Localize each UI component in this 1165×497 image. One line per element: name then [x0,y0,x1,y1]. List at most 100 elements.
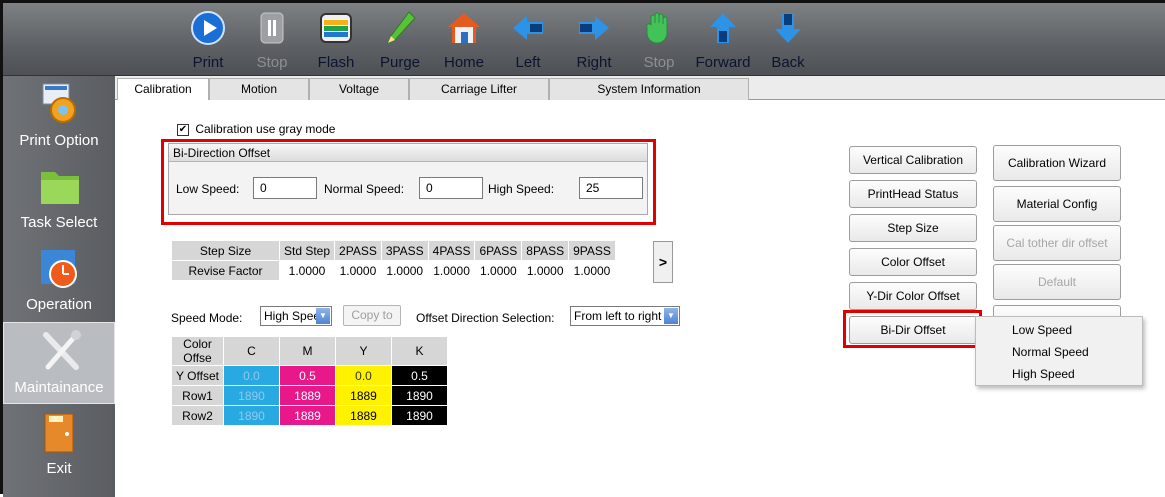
table-header: 2PASS [334,240,382,261]
tab-calibration[interactable]: Calibration [117,78,209,101]
magenta-cell[interactable]: 0.5 [279,365,336,386]
gear-icon [39,82,81,126]
arrow-down-icon [771,9,805,47]
pen-icon [383,9,417,47]
printhead-status-button[interactable]: PrintHead Status [849,180,977,208]
bidir-speed-popup-menu: Low Speed Normal Speed High Speed [975,316,1143,386]
exit-door-icon [39,410,81,454]
cyan-cell[interactable]: 1890 [223,385,280,406]
revise-factor-cell[interactable]: 1.0000 [521,260,570,281]
sidebar-item-exit[interactable]: Exit [3,404,115,486]
forward-button[interactable]: Forward [693,5,753,73]
sidebar-item-operation[interactable]: Operation [3,240,115,322]
table-header: Y [335,336,392,366]
cyan-cell[interactable]: 0.0 [223,365,280,386]
material-config-button[interactable]: Material Config [993,186,1121,222]
sidebar-item-maintainance[interactable]: Maintainance [3,322,115,404]
step-size-button[interactable]: Step Size [849,214,977,242]
top-toolbar: Print Stop Flash Purge Home Left Right S… [3,3,1165,76]
calibration-panel: ✔ Calibration use gray mode Bi-Direction… [115,100,1165,497]
arrow-left-icon [511,9,545,47]
yellow-cell[interactable]: 0.0 [335,365,392,386]
step-size-table: Step Size Std Step 2PASS 3PASS 4PASS 6PA… [171,240,616,281]
table-header: 4PASS [427,240,476,261]
revise-factor-cell[interactable]: 1.0000 [474,260,523,281]
left-sidebar: Print Option Task Select Operation Maint… [3,76,115,497]
copy-to-button[interactable]: Copy to [343,305,401,326]
menu-item-high-speed[interactable]: High Speed [1012,367,1075,381]
tab-bar: Calibration Motion Voltage Carriage Lift… [115,76,1165,101]
checkbox-checkmark: ✔ [177,123,189,136]
ydir-color-offset-button[interactable]: Y-Dir Color Offset [849,282,977,310]
speed-mode-select[interactable]: High Spee ▼ [260,306,332,326]
table-header: M [279,336,336,366]
menu-item-normal-speed[interactable]: Normal Speed [1012,345,1089,359]
home-button[interactable]: Home [434,5,494,73]
black-cell[interactable]: 0.5 [391,365,448,386]
yellow-cell[interactable]: 1889 [335,385,392,406]
clock-icon [39,246,81,290]
sidebar-item-task-select[interactable]: Task Select [3,158,115,240]
play-icon [191,9,225,47]
tab-motion[interactable]: Motion [209,78,309,100]
tab-voltage[interactable]: Voltage [309,78,409,100]
stop-print-button[interactable]: Stop [242,5,302,73]
flash-icon [319,9,353,47]
cal-other-dir-offset-button[interactable]: Cal tother dir offset [993,225,1121,261]
home-icon [447,9,481,47]
table-header: 6PASS [474,240,523,261]
chevron-down-icon: ▼ [316,308,330,324]
menu-item-low-speed[interactable]: Low Speed [1012,323,1072,337]
tab-carriage-lifter[interactable]: Carriage Lifter [409,78,549,100]
offset-direction-label: Offset Direction Selection: [416,311,555,325]
highlight-box-bidir-button [843,310,982,348]
arrow-right-icon [577,9,611,47]
purge-button[interactable]: Purge [370,5,430,73]
table-header: Color Offse [171,336,224,366]
gray-mode-checkbox[interactable]: ✔ Calibration use gray mode [177,122,335,136]
left-button[interactable]: Left [498,5,558,73]
revise-factor-cell[interactable]: 1.0000 [278,260,336,281]
revise-factor-cell[interactable]: 1.0000 [568,260,616,281]
color-offset-button[interactable]: Color Offset [849,248,977,276]
folder-icon [39,164,81,208]
row-label: Row1 [171,385,224,406]
revise-factor-cell[interactable]: 1.0000 [427,260,476,281]
table-header: 3PASS [380,240,429,261]
calibration-wizard-button[interactable]: Calibration Wizard [993,145,1121,181]
row-label: Row2 [171,405,224,426]
offset-direction-select[interactable]: From left to right ▼ [570,306,680,326]
vertical-calibration-button[interactable]: Vertical Calibration [849,146,977,174]
arrow-up-icon [706,9,740,47]
yellow-cell[interactable]: 1889 [335,405,392,426]
step-table-next-button[interactable]: > [653,241,673,283]
magenta-cell[interactable]: 1889 [279,405,336,426]
default-button[interactable]: Default [993,264,1121,300]
row-label: Y Offset [171,365,224,386]
flash-button[interactable]: Flash [306,5,366,73]
black-cell[interactable]: 1890 [391,385,448,406]
black-cell[interactable]: 1890 [391,405,448,426]
offset-direction-value: From left to right [574,309,662,323]
cyan-cell[interactable]: 1890 [223,405,280,426]
hand-icon [642,9,676,47]
right-button[interactable]: Right [564,5,624,73]
app-window: Print Stop Flash Purge Home Left Right S… [0,0,1165,497]
print-button[interactable]: Print [178,5,238,73]
back-button[interactable]: Back [758,5,818,73]
tab-system-information[interactable]: System Information [549,78,749,100]
chevron-down-icon: ▼ [664,308,678,324]
table-header: Std Step [278,240,336,261]
speed-mode-label: Speed Mode: [171,311,243,325]
stop-motion-button[interactable]: Stop [629,5,689,73]
magenta-cell[interactable]: 1889 [279,385,336,406]
table-header: C [223,336,280,366]
table-header: 9PASS [568,240,616,261]
revise-factor-cell[interactable]: 1.0000 [334,260,382,281]
revise-factor-cell[interactable]: 1.0000 [380,260,429,281]
gray-mode-label: Calibration use gray mode [195,122,336,136]
sidebar-item-print-option[interactable]: Print Option [3,76,115,158]
table-header: K [391,336,448,366]
revise-factor-label: Revise Factor [171,260,280,281]
color-offset-table: Color Offse C M Y K Y Offset 0.0 0.5 0.0… [171,336,448,426]
